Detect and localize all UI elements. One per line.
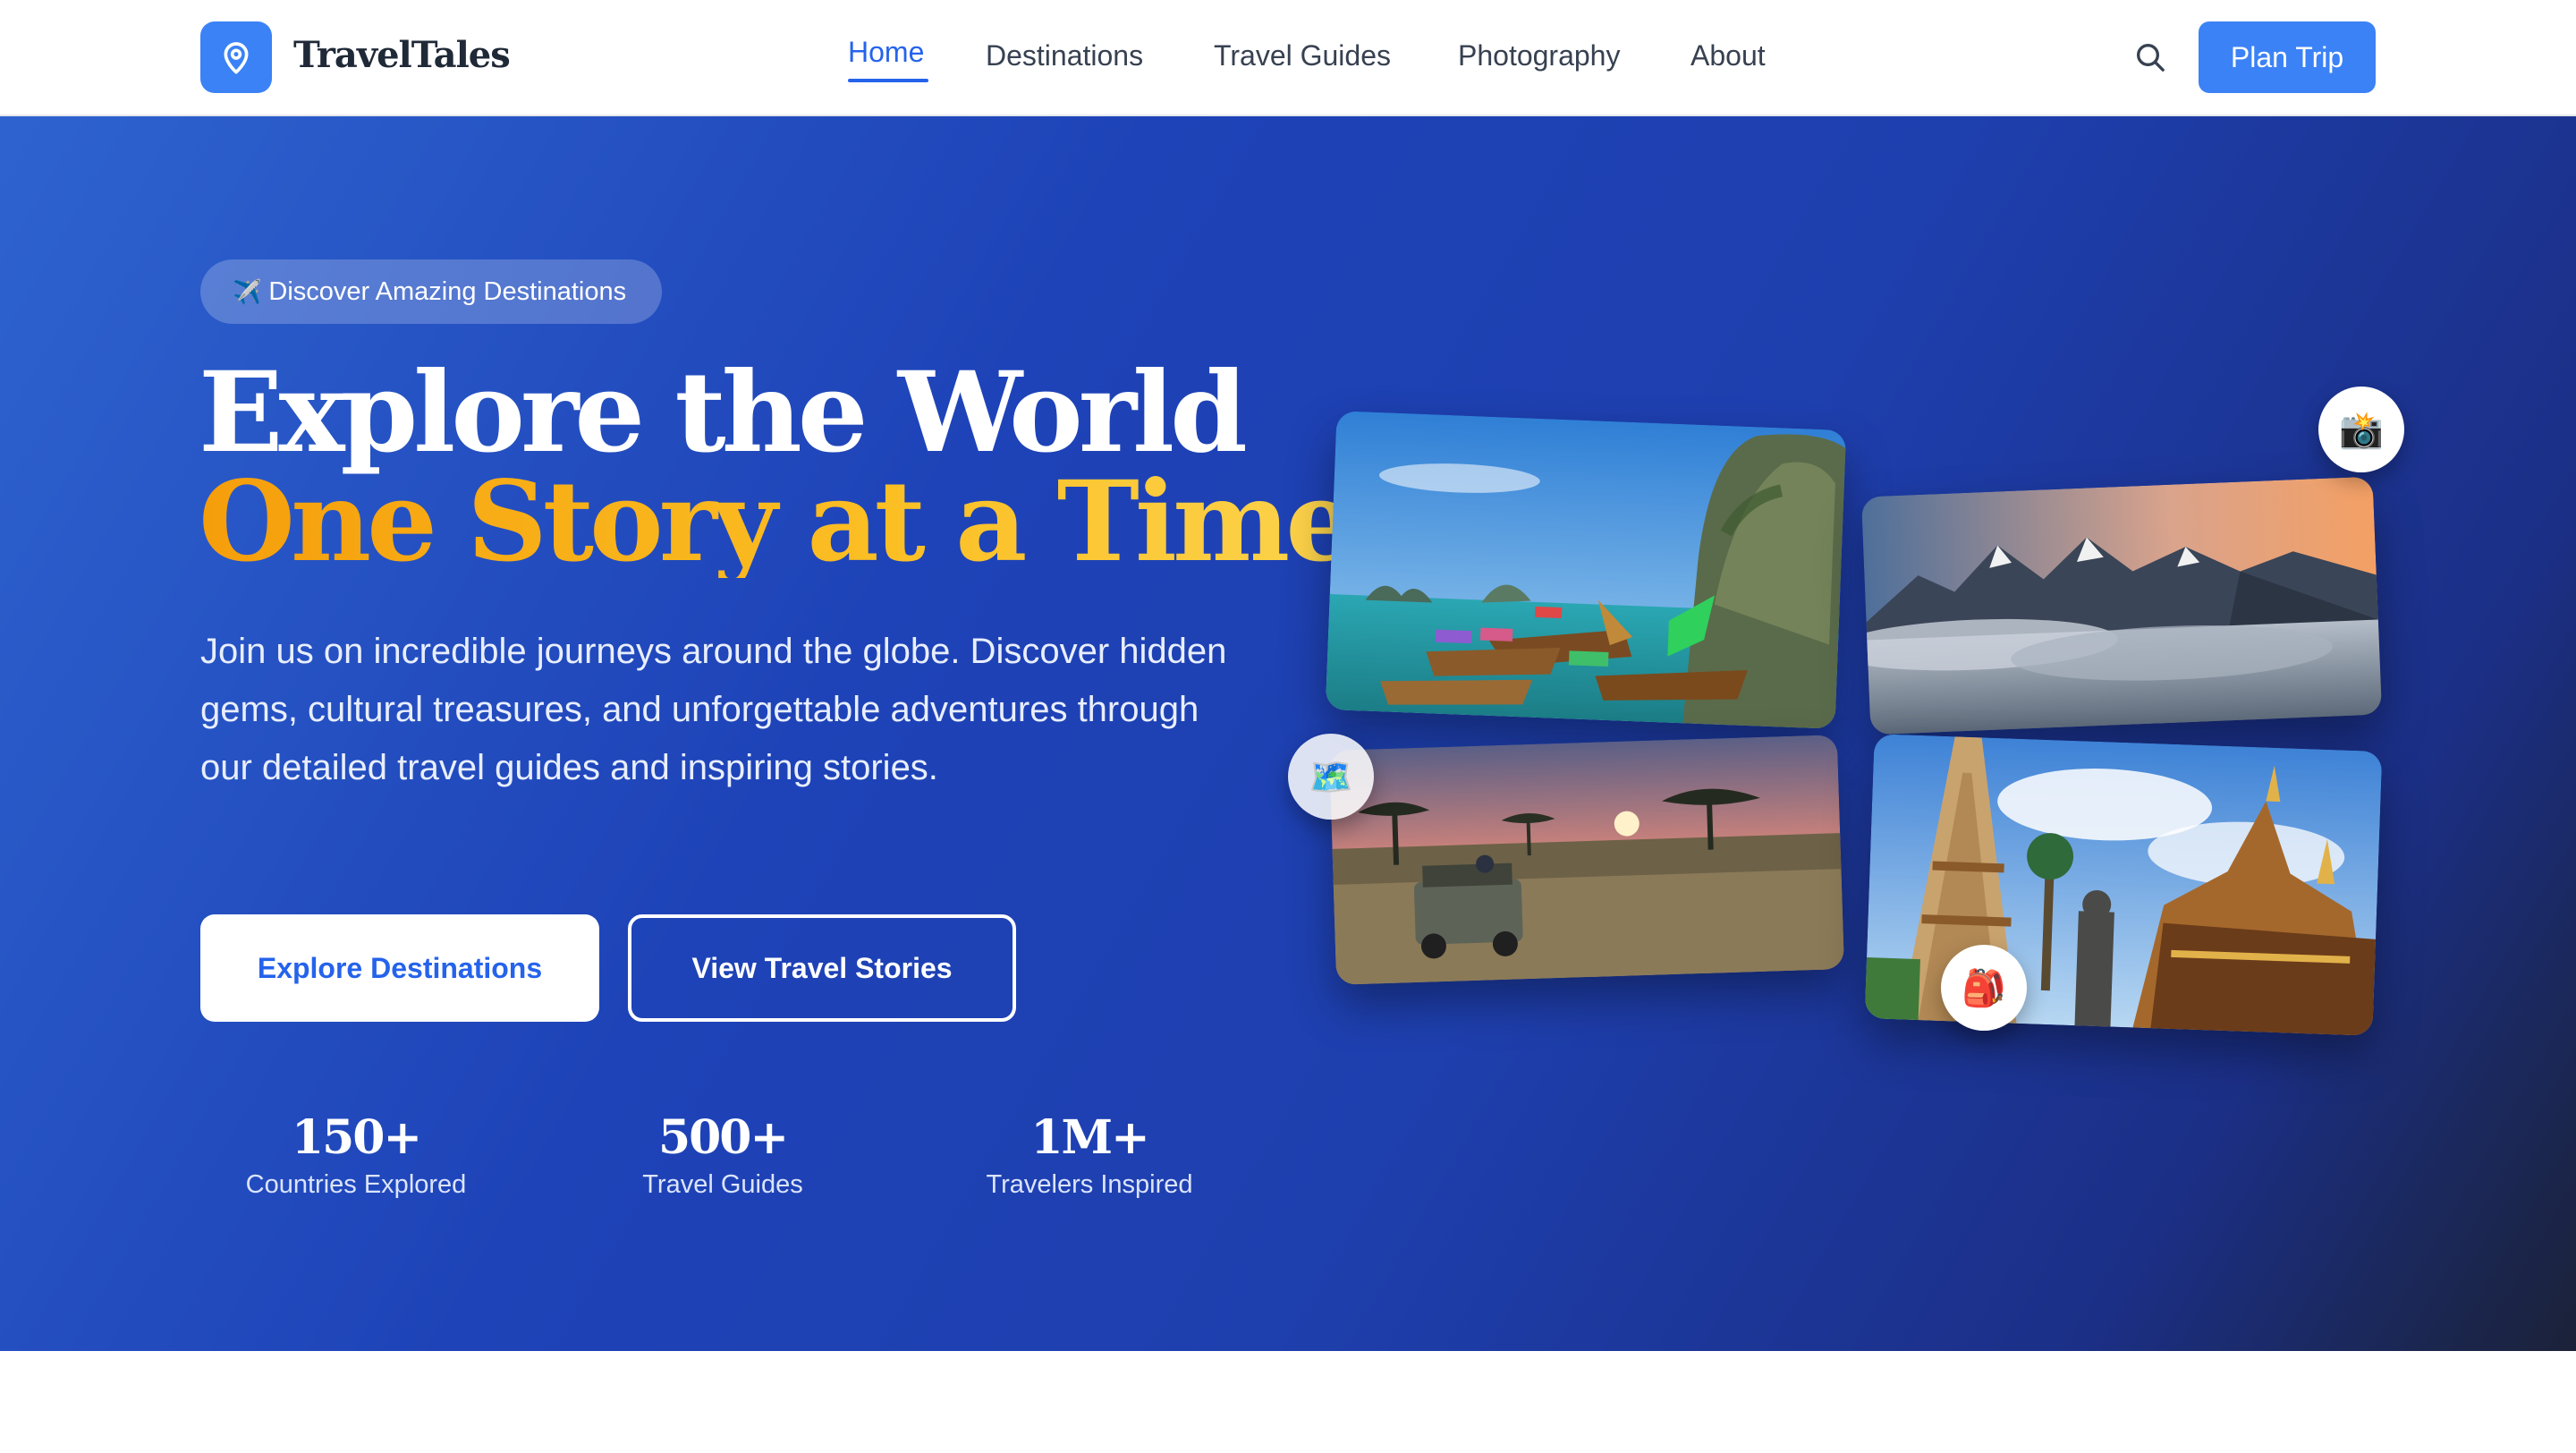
nav-active-indicator — [848, 79, 928, 82]
stat-label: Countries Explored — [245, 1170, 467, 1199]
stat-travelers: 1M+ Travelers Inspired — [946, 1109, 1233, 1200]
brand-name[interactable]: TravelTales — [293, 34, 511, 76]
plan-trip-button[interactable]: Plan Trip — [2199, 21, 2376, 93]
camera-icon: 📸 — [2339, 410, 2384, 450]
map-icon: 🗺️ — [1309, 757, 1353, 797]
safari-photo — [1329, 735, 1844, 985]
stat-label: Travelers Inspired — [986, 1170, 1193, 1199]
discover-pill: ✈️ Discover Amazing Destinations — [200, 259, 662, 324]
mountains-photo — [1860, 476, 2383, 735]
map-pin-icon — [224, 42, 249, 74]
nav-link-travel-guides[interactable]: Travel Guides — [1214, 39, 1391, 72]
top-navbar: TravelTales Home Destinations Travel Gui… — [0, 0, 2576, 116]
nav-link-about[interactable]: About — [1690, 39, 1766, 72]
photo-card-mountains[interactable] — [1860, 476, 2383, 735]
stat-value: 150+ — [291, 1110, 422, 1165]
stat-value: 500+ — [657, 1110, 789, 1165]
nav-link-home[interactable]: Home — [848, 36, 924, 69]
hero-section: ✈️ Discover Amazing Destinations Explore… — [0, 116, 2576, 1351]
nav-link-destinations[interactable]: Destinations — [986, 39, 1143, 72]
explore-destinations-button[interactable]: Explore Destinations — [200, 914, 599, 1022]
search-icon[interactable] — [2132, 39, 2168, 75]
view-travel-stories-button[interactable]: View Travel Stories — [628, 914, 1016, 1022]
hero-title-line-1: Explore the World — [199, 348, 1248, 478]
photo-card-beach[interactable] — [1325, 411, 1847, 729]
logo-badge[interactable] — [200, 21, 272, 93]
airplane-icon: ✈️ — [233, 277, 262, 305]
backpack-badge[interactable]: 🎒 — [1941, 945, 2027, 1031]
beach-photo — [1325, 411, 1847, 729]
stat-countries: 150+ Countries Explored — [213, 1109, 499, 1200]
discover-pill-label: Discover Amazing Destinations — [268, 276, 627, 306]
stat-label: Travel Guides — [642, 1170, 803, 1199]
hero-title-line-2: One Story at a Time — [199, 457, 1356, 587]
backpack-icon: 🎒 — [1962, 968, 2006, 1008]
nav-link-photography[interactable]: Photography — [1458, 39, 1620, 72]
photo-card-safari[interactable] — [1329, 735, 1844, 985]
hero-description: Join us on incredible journeys around th… — [200, 632, 1227, 787]
stat-guides: 500+ Travel Guides — [580, 1109, 866, 1200]
map-badge[interactable]: 🗺️ — [1288, 734, 1374, 820]
camera-badge[interactable]: 📸 — [2318, 387, 2404, 472]
stat-value: 1M+ — [1030, 1110, 1149, 1165]
